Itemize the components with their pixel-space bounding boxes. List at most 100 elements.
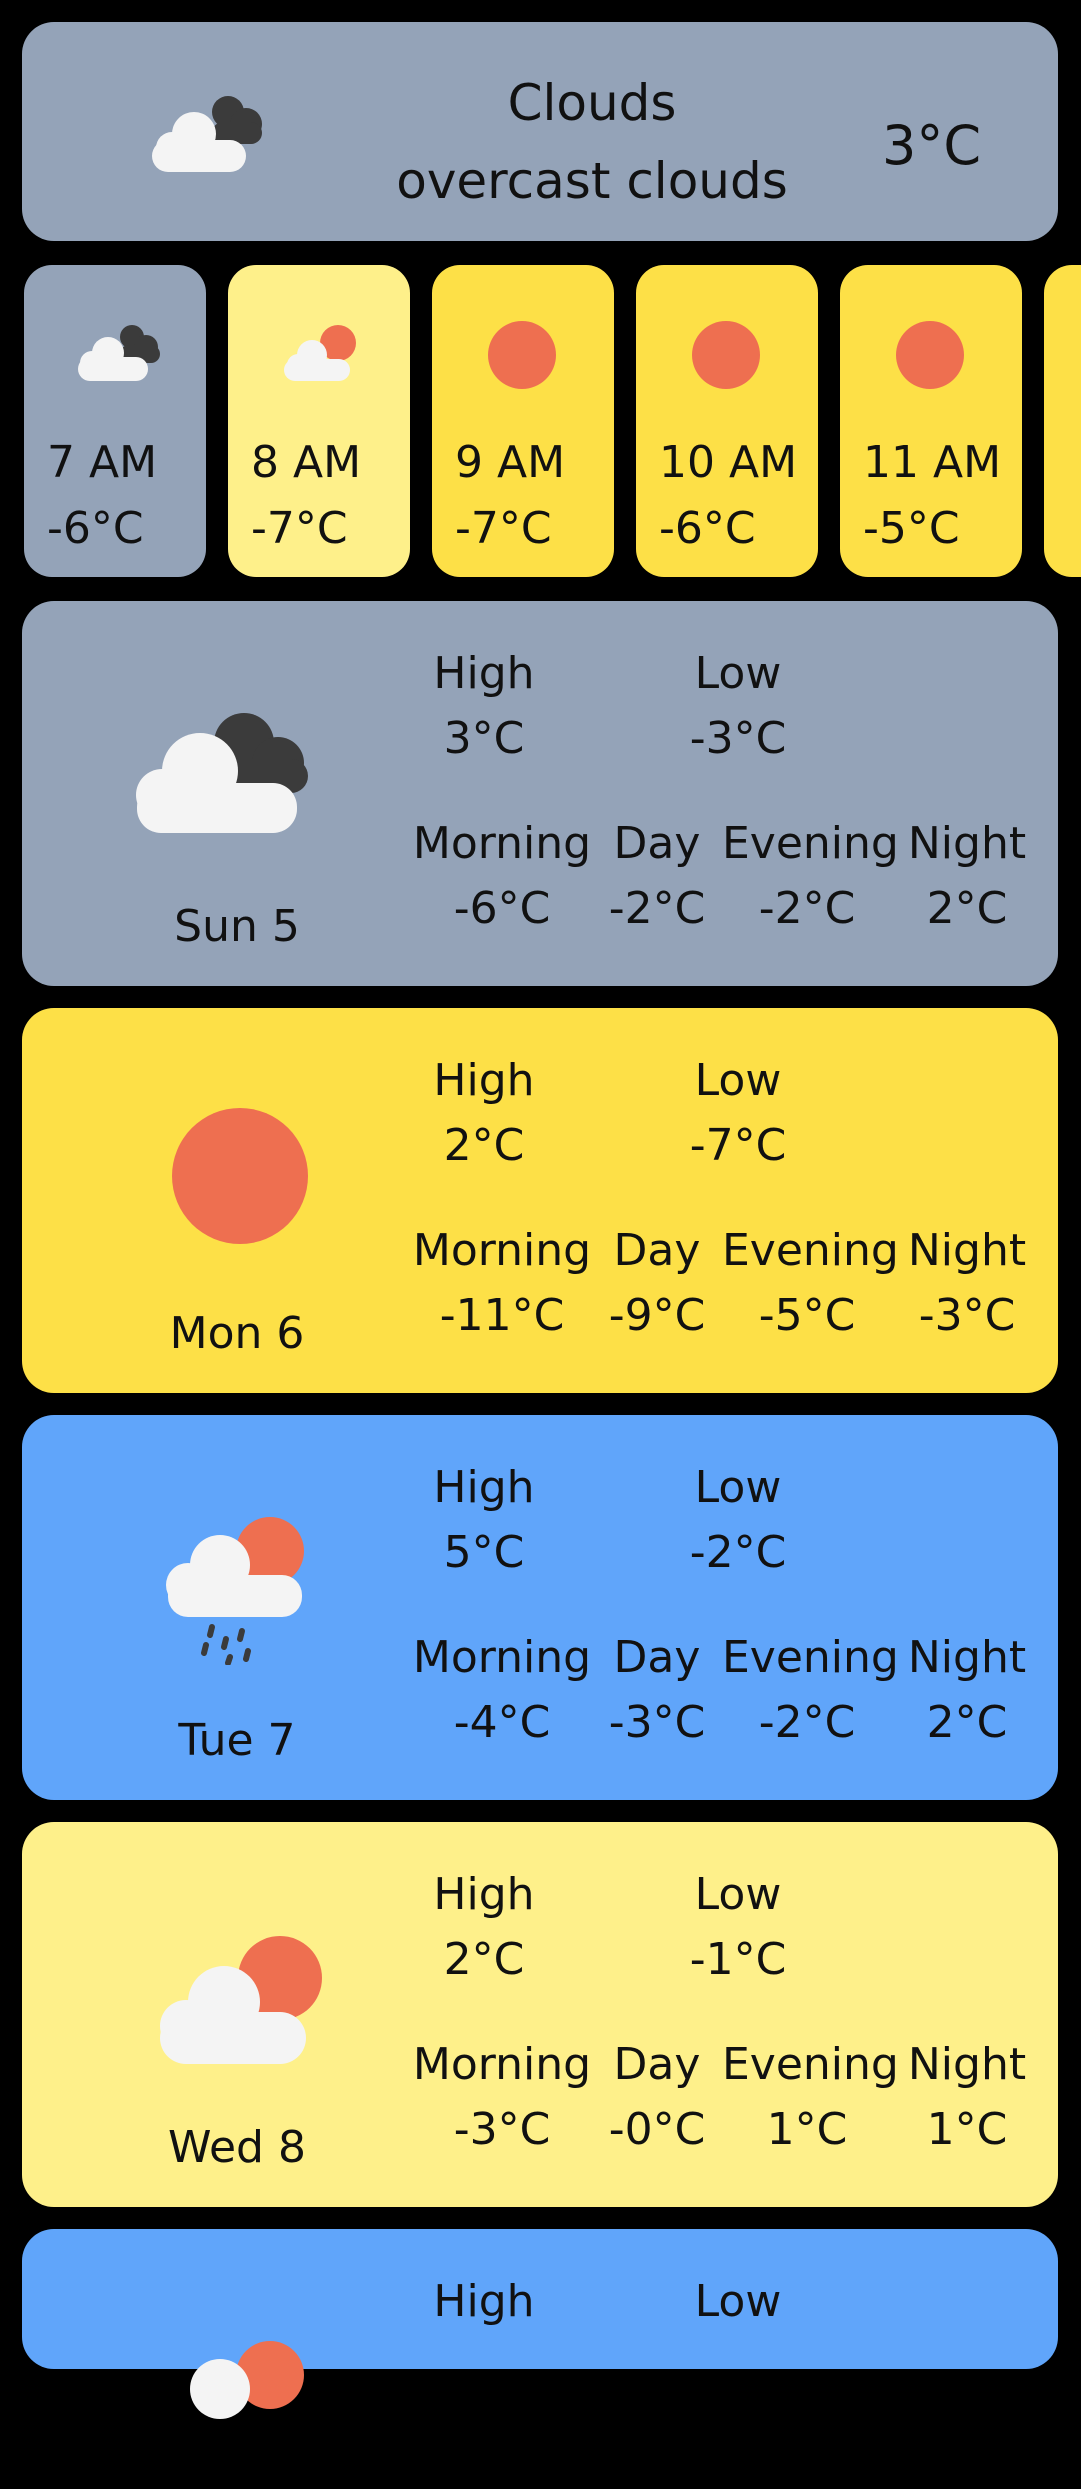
night-block: Night 2°C xyxy=(902,1625,1032,1755)
hour-temp: -6°C xyxy=(659,503,756,554)
high-block: High 2°C xyxy=(374,1048,594,1178)
night-label: Night xyxy=(907,2039,1027,2090)
low-block: Low -1°C xyxy=(628,1862,848,1992)
hourly-item-partial[interactable] xyxy=(1044,265,1081,577)
morning-block: Morning -3°C xyxy=(412,2032,592,2162)
evening-temp: 1°C xyxy=(766,2104,848,2155)
low-temp: -2°C xyxy=(689,1527,787,1578)
hourly-forecast-scroller[interactable]: 7 AM -6°C 8 AM -7°C 9 AM -7°C 10 AM -6°C xyxy=(0,265,1081,577)
low-label: Low xyxy=(694,1869,782,1920)
evening-temp: -2°C xyxy=(758,883,856,934)
night-temp: -3°C xyxy=(918,1290,1016,1341)
high-label: High xyxy=(433,648,535,699)
current-temperature: 3°C xyxy=(882,114,982,177)
daytime-block: Day -0°C xyxy=(602,2032,712,2162)
sun-icon xyxy=(896,321,964,389)
day-label: Sun 5 xyxy=(174,901,300,952)
partly-cloudy-icon xyxy=(190,2341,304,2419)
high-temp: 2°C xyxy=(443,1120,525,1171)
night-temp: 1°C xyxy=(926,2104,1008,2155)
high-label: High xyxy=(433,2276,535,2327)
morning-label: Morning xyxy=(412,1225,592,1276)
hour-temp: -7°C xyxy=(251,503,348,554)
low-block: Low -3°C xyxy=(628,641,848,771)
low-block: Low -2°C xyxy=(628,1455,848,1585)
high-block: High 5°C xyxy=(374,1455,594,1585)
daily-card[interactable]: Mon 6 High 2°C Low -7°C Morning -11°C Da… xyxy=(22,1008,1058,1393)
hourly-item[interactable]: 9 AM -7°C xyxy=(432,265,614,577)
high-temp: 5°C xyxy=(443,1527,525,1578)
high-label: High xyxy=(433,1869,535,1920)
low-label: Low xyxy=(694,648,782,699)
morning-temp: -11°C xyxy=(439,1290,565,1341)
low-label: Low xyxy=(694,1055,782,1106)
daily-card[interactable]: Wed 8 High 2°C Low -1°C Morning -3°C Day… xyxy=(22,1822,1058,2207)
evening-block: Evening -2°C xyxy=(722,1625,899,1755)
evening-temp: -5°C xyxy=(758,1290,856,1341)
daytime-block: Day -2°C xyxy=(602,811,712,941)
hourly-item[interactable]: 10 AM -6°C xyxy=(636,265,818,577)
morning-label: Morning xyxy=(412,1632,592,1683)
evening-block: Evening 1°C xyxy=(722,2032,899,2162)
high-temp: 2°C xyxy=(443,1934,525,1985)
hour-time: 10 AM xyxy=(659,437,798,488)
morning-block: Morning -6°C xyxy=(412,811,592,941)
evening-block: Evening -5°C xyxy=(722,1218,899,1348)
low-temp: -3°C xyxy=(689,713,787,764)
hourly-item[interactable]: 11 AM -5°C xyxy=(840,265,1022,577)
sun-icon xyxy=(172,1108,308,1244)
night-block: Night 1°C xyxy=(902,2032,1032,2162)
daily-card[interactable]: Sun 5 High 3°C Low -3°C Morning -6°C Day… xyxy=(22,601,1058,986)
daytime-temp: -3°C xyxy=(608,1697,706,1748)
evening-label: Evening xyxy=(722,1632,899,1683)
morning-temp: -3°C xyxy=(453,2104,551,2155)
morning-temp: -4°C xyxy=(453,1697,551,1748)
night-block: Night -3°C xyxy=(902,1218,1032,1348)
daily-card[interactable]: Tue 7 High 5°C Low -2°C Morning -4°C Day… xyxy=(22,1415,1058,1800)
morning-label: Morning xyxy=(412,818,592,869)
night-temp: 2°C xyxy=(926,1697,1008,1748)
daytime-block: Day -9°C xyxy=(602,1218,712,1348)
day-label: Wed 8 xyxy=(168,2122,306,2173)
low-temp: -1°C xyxy=(689,1934,787,1985)
daytime-label: Day xyxy=(613,1225,701,1276)
night-temp: 2°C xyxy=(926,883,1008,934)
night-label: Night xyxy=(907,818,1027,869)
morning-temp: -6°C xyxy=(453,883,551,934)
daytime-temp: -2°C xyxy=(608,883,706,934)
morning-block: Morning -11°C xyxy=(412,1218,592,1348)
hour-time: 8 AM xyxy=(251,437,362,488)
night-label: Night xyxy=(907,1632,1027,1683)
night-label: Night xyxy=(907,1225,1027,1276)
evening-label: Evening xyxy=(722,818,899,869)
hour-temp: -6°C xyxy=(47,503,144,554)
low-block: Low -7°C xyxy=(628,1048,848,1178)
evening-block: Evening -2°C xyxy=(722,811,899,941)
evening-label: Evening xyxy=(722,1225,899,1276)
daily-card-partial[interactable]: High Low xyxy=(22,2229,1058,2419)
low-label: Low xyxy=(694,2276,782,2327)
high-block: High 2°C xyxy=(374,1862,594,1992)
night-block: Night 2°C xyxy=(902,811,1032,941)
hour-temp: -5°C xyxy=(863,503,960,554)
rain-icon xyxy=(166,1517,304,1665)
hour-time: 9 AM xyxy=(455,437,566,488)
morning-block: Morning -4°C xyxy=(412,1625,592,1755)
high-block: High 3°C xyxy=(374,641,594,771)
daytime-temp: -0°C xyxy=(608,2104,706,2155)
low-temp: -7°C xyxy=(689,1120,787,1171)
sun-icon xyxy=(692,321,760,389)
current-description: overcast clouds xyxy=(396,152,788,210)
hour-temp: -7°C xyxy=(455,503,552,554)
high-temp: 3°C xyxy=(443,713,525,764)
daytime-label: Day xyxy=(613,818,701,869)
high-label: High xyxy=(433,1055,535,1106)
hourly-item[interactable]: 7 AM -6°C xyxy=(24,265,206,577)
morning-label: Morning xyxy=(412,2039,592,2090)
hourly-item[interactable]: 8 AM -7°C xyxy=(228,265,410,577)
evening-label: Evening xyxy=(722,2039,899,2090)
partly-cloudy-icon xyxy=(160,1936,322,2064)
high-label: High xyxy=(433,1462,535,1513)
hour-time: 11 AM xyxy=(863,437,1002,488)
daytime-label: Day xyxy=(613,2039,701,2090)
